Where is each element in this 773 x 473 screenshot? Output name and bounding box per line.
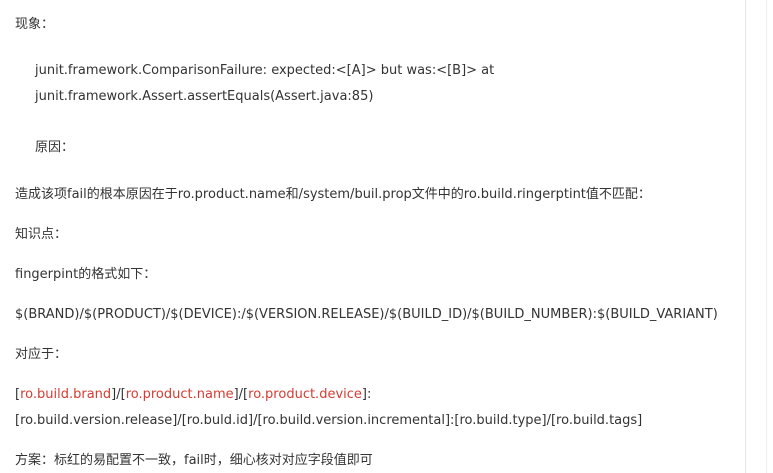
device-field: ro.product.device xyxy=(248,387,362,402)
error-line-2: junit.framework.Assert.assertEquals(Asse… xyxy=(35,89,374,104)
fingerprint-label: fingerpint的格式如下： xyxy=(15,267,157,282)
cause-label: 原因： xyxy=(35,140,75,155)
fingerprint-format: $(BRAND)/$(PRODUCT)/$(DEVICE):/$(VERSION… xyxy=(15,307,718,322)
brand-field: ro.build.brand xyxy=(20,387,112,402)
separator: ]/[ xyxy=(111,387,126,402)
error-line-1: junit.framework.ComparisonFailure: expec… xyxy=(35,63,495,78)
corresponds-label: 对应于： xyxy=(15,347,68,362)
product-field: ro.product.name xyxy=(125,387,234,402)
sidebar-divider xyxy=(745,0,746,473)
separator: ]/[ xyxy=(233,387,249,402)
cause-text: 造成该项fail的根本原因在于ro.product.name和/system/b… xyxy=(15,187,651,202)
phenomenon-label: 现象： xyxy=(15,17,55,32)
knowledge-label: 知识点： xyxy=(15,227,68,242)
scrollbar-track[interactable] xyxy=(766,0,767,473)
solution-text: 方案：标红的易配置不一致，fail时，细心核对对应字段值即可 xyxy=(15,453,373,468)
mapping-line-1: [ro.build.brand]/[ro.product.name]/[ro.p… xyxy=(15,387,371,403)
bracket-close: ]: xyxy=(361,387,372,402)
mapping-line-2: [ro.build.version.release]/[ro.buld.id]/… xyxy=(15,413,643,428)
